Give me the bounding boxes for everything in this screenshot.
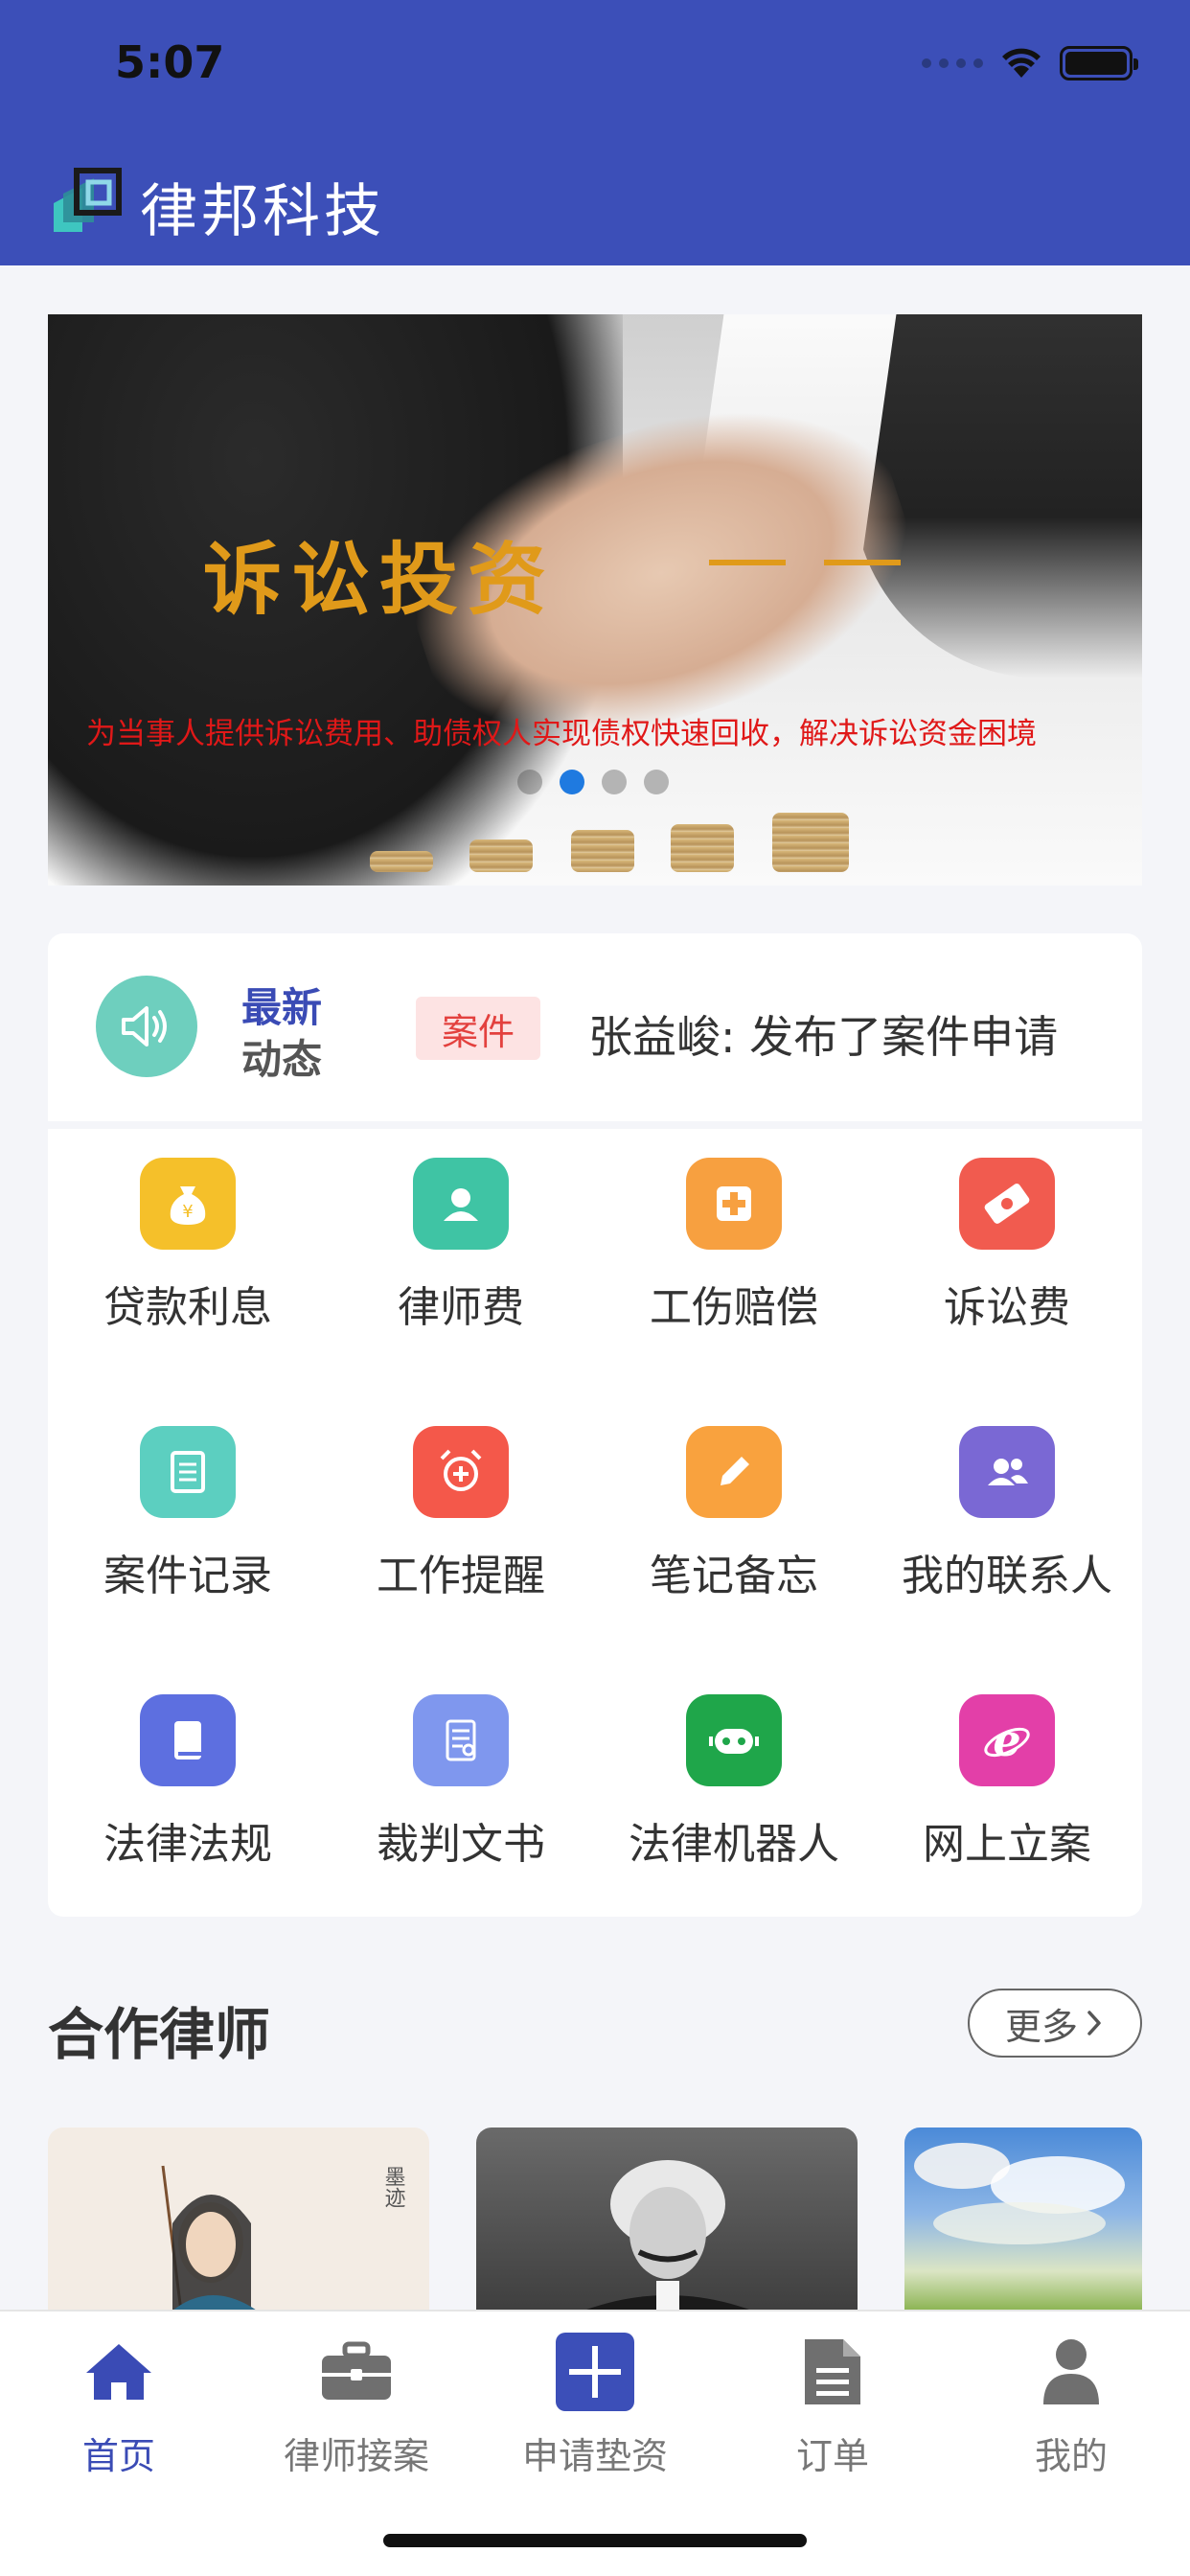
carousel-dot[interactable] (644, 770, 669, 794)
grid-item-online-filing[interactable]: e 网上立案 (867, 1666, 1147, 1905)
tab-label: 律师接案 (283, 2435, 429, 2477)
speaker-icon (96, 976, 197, 1077)
lawyer-card[interactable] (476, 2128, 858, 2319)
home-icon (78, 2331, 160, 2413)
grid-item-case-records[interactable]: 案件记录 (48, 1397, 328, 1637)
status-icons (922, 46, 1138, 80)
grid-item-label: 我的联系人 (902, 1552, 1112, 1600)
grid-item-label: 法律机器人 (629, 1820, 839, 1869)
grid-item-work-reminder[interactable]: 工作提醒 (321, 1397, 601, 1637)
alarm-clock-icon (413, 1426, 509, 1518)
tab-label: 我的 (1034, 2435, 1108, 2477)
grid-item-label: 案件记录 (103, 1552, 272, 1600)
news-label-line1: 最新 (241, 984, 323, 1031)
user-icon (1030, 2331, 1112, 2413)
order-document-icon (791, 2331, 874, 2413)
carousel-indicator[interactable] (517, 770, 669, 794)
grid-item-label: 工伤赔偿 (650, 1283, 818, 1332)
banner-dash-decoration (709, 560, 910, 565)
banner-title: 诉讼投资 (203, 534, 557, 626)
lawyer-card[interactable]: 墨迹 (48, 2128, 429, 2319)
carousel-dot-active[interactable] (560, 770, 584, 794)
grid-item-label: 贷款利息 (103, 1283, 272, 1332)
lawyer-card[interactable] (904, 2128, 1142, 2319)
battery-icon (1060, 46, 1138, 80)
carousel-dot[interactable] (517, 770, 542, 794)
tab-label: 申请垫资 (521, 2435, 668, 2477)
more-lawyers-button[interactable]: 更多 (968, 1989, 1142, 2058)
news-ticker[interactable]: 最新 动态 案件 张益峻: 发布了案件申请 (48, 933, 1142, 1121)
banner-carousel[interactable]: 诉讼投资 为当事人提供诉讼费用、助债权人实现债权快速回收，解决诉讼资金困境 (48, 314, 1142, 886)
signal-icon (922, 58, 983, 68)
briefcase-icon (315, 2331, 398, 2413)
grid-item-label: 网上立案 (923, 1820, 1091, 1869)
plus-square-icon (554, 2331, 636, 2413)
book-icon (140, 1694, 236, 1786)
tab-apply-advance[interactable]: 申请垫资 (476, 2331, 714, 2494)
more-button-label: 更多 (1004, 2005, 1078, 2048)
tab-label: 订单 (795, 2435, 869, 2477)
grid-item-label: 诉讼费 (944, 1283, 1070, 1332)
function-grid: ¥ 贷款利息 律师费 工伤赔偿 诉讼费 案件记录 工作提醒 笔记备忘 我的联系人… (48, 1129, 1142, 1917)
home-indicator[interactable] (383, 2534, 807, 2547)
tab-lawyer-cases[interactable]: 律师接案 (238, 2331, 475, 2494)
grid-item-notes-memo[interactable]: 笔记备忘 (594, 1397, 874, 1637)
robot-icon (686, 1694, 782, 1786)
svg-text:e: e (993, 1714, 1020, 1766)
banner-subtitle: 为当事人提供诉讼费用、助债权人实现债权快速回收，解决诉讼资金困境 (86, 717, 1037, 751)
lawyer-photo (562, 2160, 773, 2319)
grid-item-judgment-documents[interactable]: 裁判文书 (321, 1666, 601, 1905)
tab-me[interactable]: 我的 (952, 2331, 1190, 2494)
grid-item-label: 笔记备忘 (650, 1552, 818, 1600)
coin-stacks-image (326, 794, 862, 886)
tab-label: 首页 (81, 2435, 155, 2477)
svg-text:墨迹: 墨迹 (381, 2166, 406, 2208)
lawyer-photo: 墨迹 (161, 2165, 406, 2319)
grid-item-legal-robot[interactable]: 法律机器人 (594, 1666, 874, 1905)
notebook-icon (140, 1426, 236, 1518)
app-title: 律邦科技 (140, 178, 385, 245)
status-time: 5:07 (115, 36, 225, 88)
document-icon (413, 1694, 509, 1786)
money-bag-icon: ¥ (140, 1158, 236, 1250)
person-icon (413, 1158, 509, 1250)
news-category-tag: 案件 (416, 997, 540, 1060)
grid-item-loan-interest[interactable]: ¥ 贷款利息 (48, 1129, 328, 1368)
carousel-dot[interactable] (602, 770, 627, 794)
wifi-icon (1002, 48, 1041, 78)
ticket-icon (959, 1158, 1055, 1250)
section-title-lawyers: 合作律师 (48, 2002, 271, 2067)
grid-item-injury-compensation[interactable]: 工伤赔偿 (594, 1129, 874, 1368)
grid-item-lawyer-fee[interactable]: 律师费 (321, 1129, 601, 1368)
contacts-icon (959, 1426, 1055, 1518)
news-label-line2: 动态 (241, 1036, 323, 1083)
app-logo-icon (54, 168, 122, 232)
grid-item-litigation-fee[interactable]: 诉讼费 (867, 1129, 1147, 1368)
grid-item-label: 法律法规 (103, 1820, 272, 1869)
medical-cross-icon (686, 1158, 782, 1250)
ie-icon: e (959, 1694, 1055, 1786)
grid-item-label: 裁判文书 (377, 1820, 545, 1869)
lawyer-photo (914, 2143, 1125, 2244)
pencil-icon (686, 1426, 782, 1518)
grid-item-label: 律师费 (398, 1283, 524, 1332)
svg-text:¥: ¥ (182, 1202, 193, 1222)
grid-item-label: 工作提醒 (377, 1552, 545, 1600)
app-header: 5:07 律邦科技 (0, 0, 1190, 265)
tab-orders[interactable]: 订单 (714, 2331, 951, 2494)
grid-item-my-contacts[interactable]: 我的联系人 (867, 1397, 1147, 1637)
chevron-right-icon (1087, 2011, 1101, 2036)
tab-home[interactable]: 首页 (0, 2331, 238, 2494)
grid-item-laws-regulations[interactable]: 法律法规 (48, 1666, 328, 1905)
news-item-text[interactable]: 张益峻: 发布了案件申请 (588, 1002, 1058, 1066)
